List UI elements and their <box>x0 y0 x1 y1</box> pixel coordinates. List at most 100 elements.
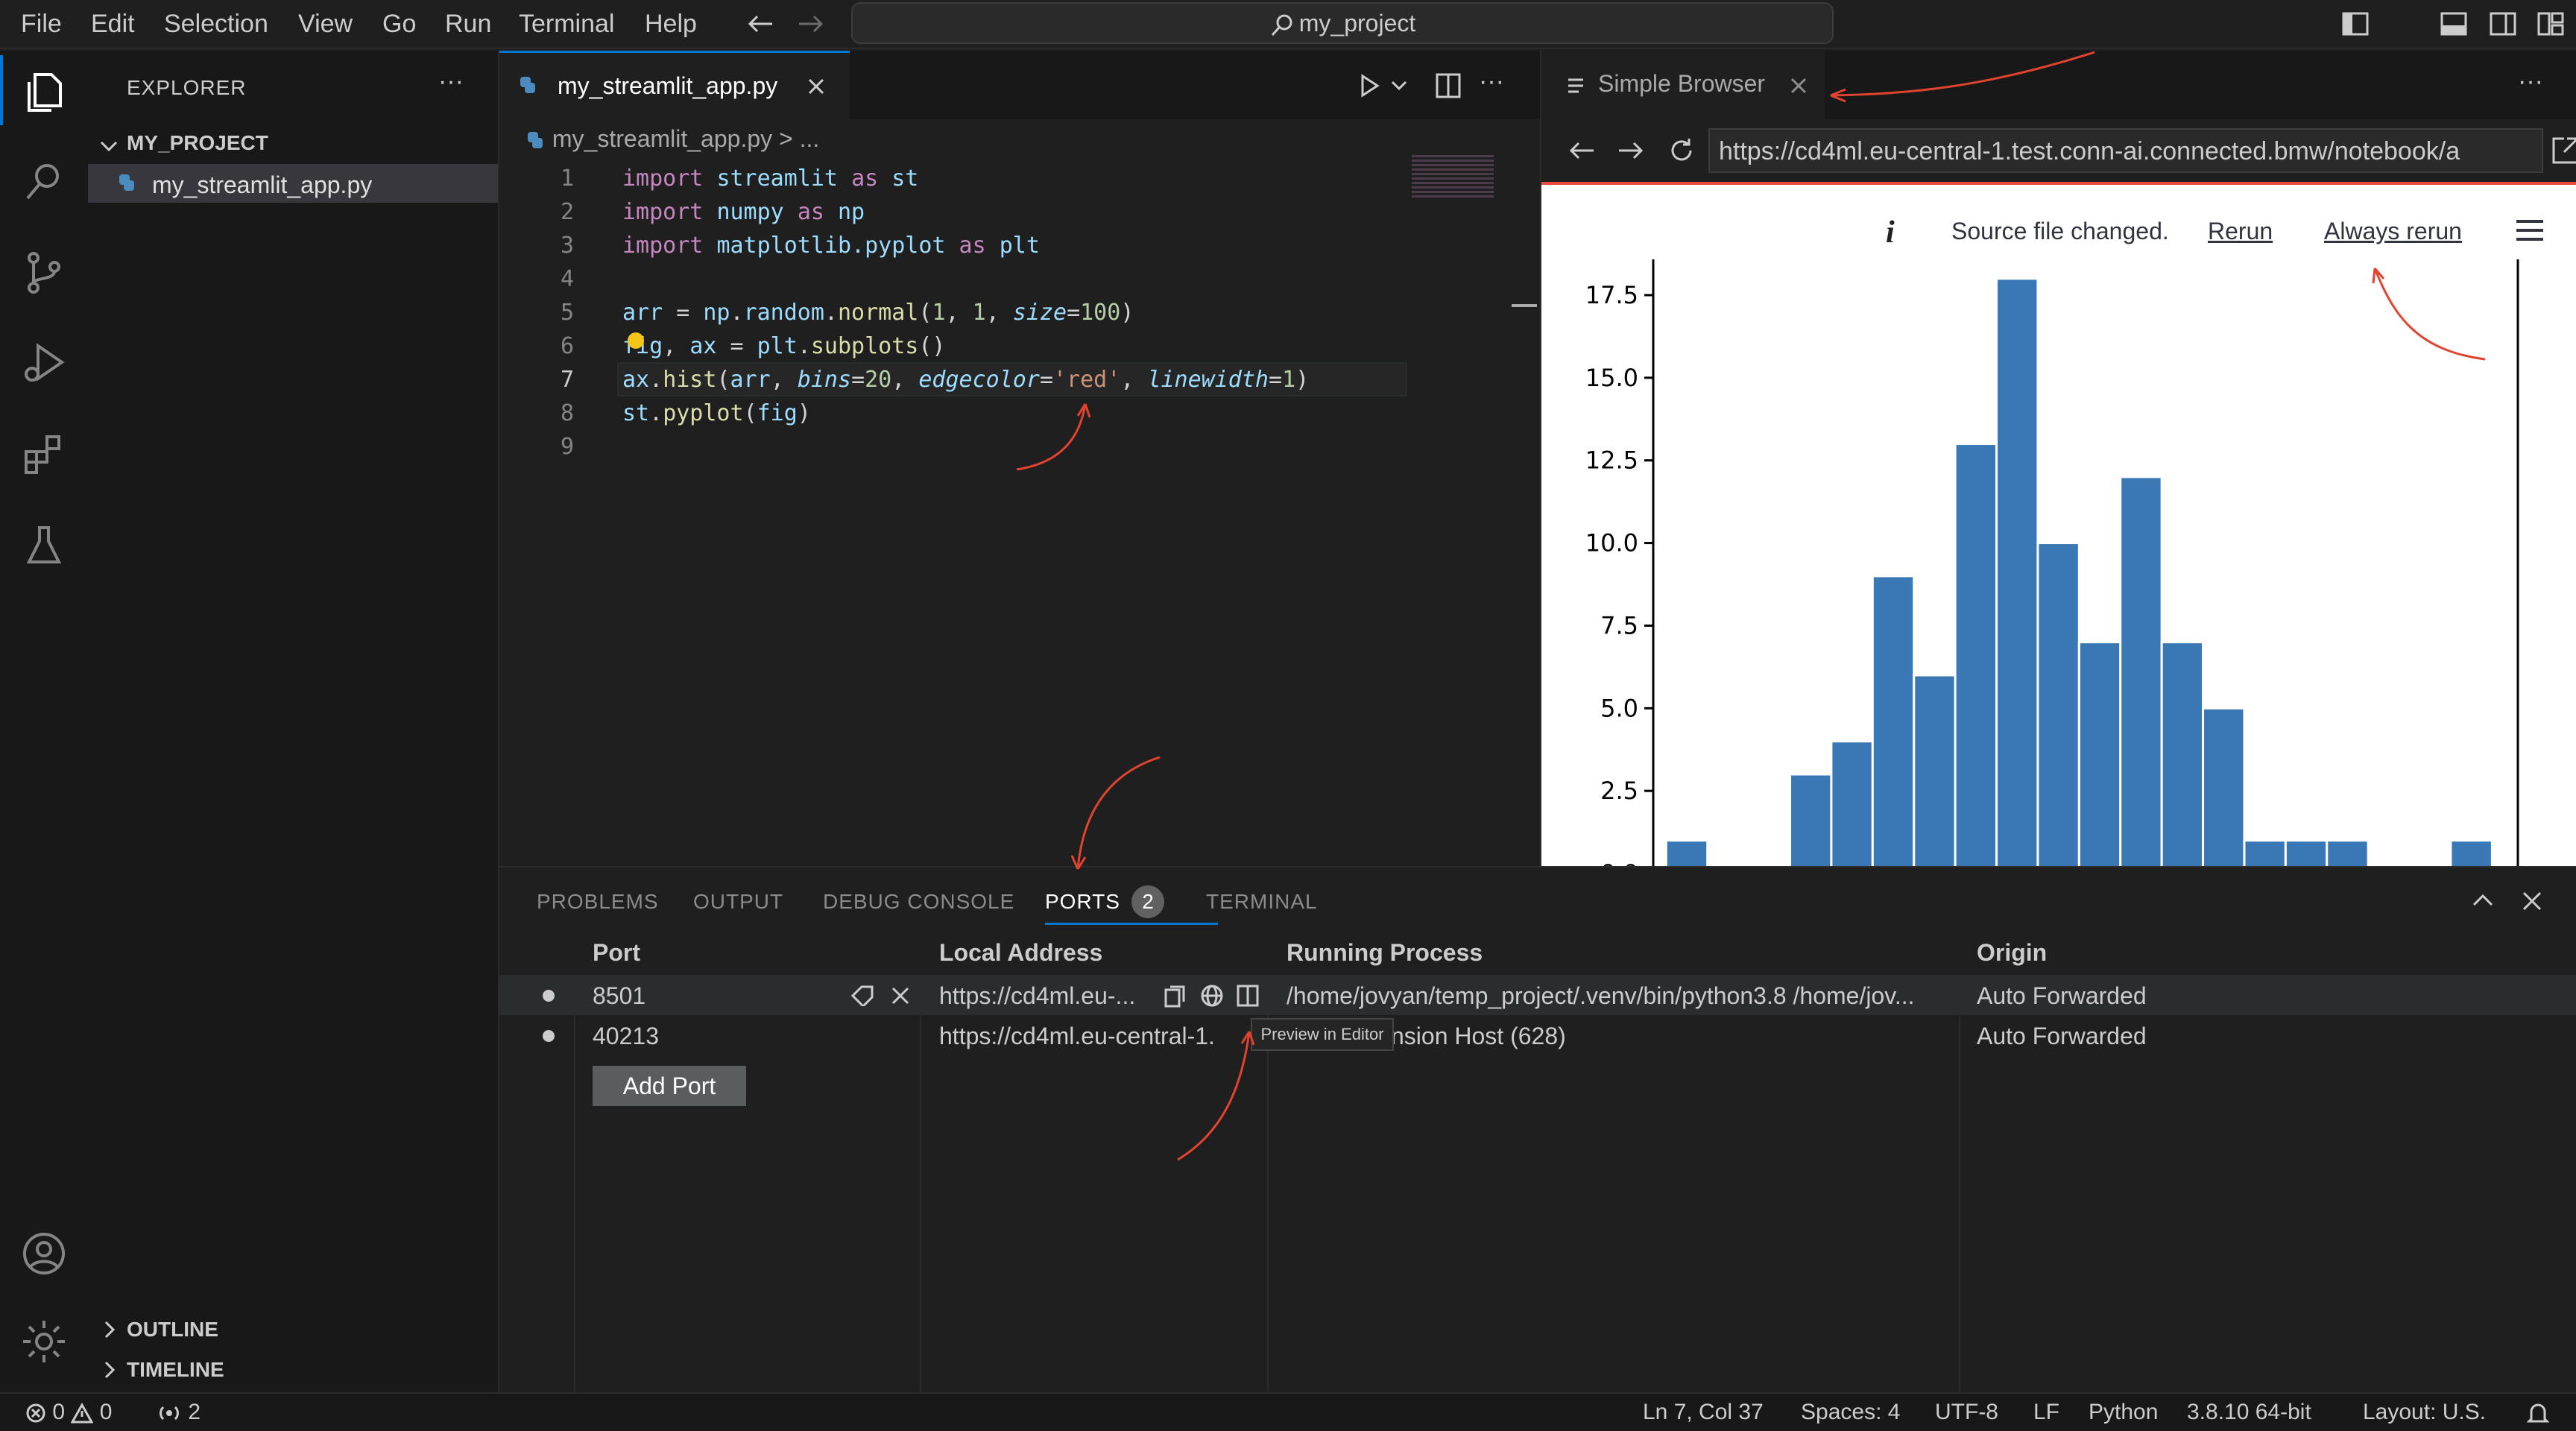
column-port[interactable]: Port <box>593 939 640 967</box>
add-port-button[interactable]: Add Port <box>593 1066 746 1106</box>
outline-section[interactable]: OUTLINE <box>127 1318 218 1342</box>
chevron-right-icon[interactable] <box>98 1319 119 1340</box>
code-line-1: import streamlit as st <box>622 165 919 192</box>
menu-view[interactable]: View <box>298 7 353 40</box>
close-icon[interactable] <box>1789 76 1808 95</box>
maximize-panel-icon[interactable] <box>2472 890 2494 912</box>
run-icon[interactable] <box>1357 73 1382 98</box>
always-rerun-button[interactable]: Always rerun <box>2324 218 2462 245</box>
table-row[interactable]: 8501 https://cd4ml.eu-... /home/jovyan/t… <box>499 975 2576 1015</box>
indentation[interactable]: Spaces: 4 <box>1801 1400 1900 1425</box>
table-row[interactable]: 40213 https://cd4ml.eu-central-1. nsion … <box>499 1015 2576 1055</box>
origin: Auto Forwarded <box>1977 982 2147 1009</box>
toggle-sidebar-icon[interactable] <box>2342 10 2369 37</box>
url-bar[interactable]: https://cd4ml.eu-central-1.test.conn-ai.… <box>1708 128 2543 173</box>
timeline-section[interactable]: TIMELINE <box>127 1358 224 1382</box>
python-interpreter[interactable]: 3.8.10 64-bit <box>2187 1400 2311 1425</box>
files-icon[interactable] <box>20 69 68 116</box>
command-center[interactable]: my_project <box>851 2 1834 44</box>
line-number: 2 <box>560 199 574 225</box>
histogram-bar <box>1913 674 1957 869</box>
histogram-bar <box>2326 839 2370 869</box>
column-local-address[interactable]: Local Address <box>939 939 1102 967</box>
tab-terminal[interactable]: TERMINAL <box>1206 890 1318 914</box>
breadcrumb-file[interactable]: my_streamlit_app.py <box>552 125 772 152</box>
close-icon[interactable] <box>890 985 911 1006</box>
hamburger-menu-icon[interactable] <box>2515 218 2545 243</box>
language-mode[interactable]: Python <box>2089 1400 2158 1425</box>
run-debug-icon[interactable] <box>20 340 68 388</box>
tag-icon[interactable] <box>850 985 875 1006</box>
file-name: my_streamlit_app.py <box>152 171 373 198</box>
histogram-bar <box>2160 641 2205 869</box>
histogram-bar <box>1871 575 1916 869</box>
tab-simple-browser[interactable]: Simple Browser <box>1541 51 1825 119</box>
menu-go[interactable]: Go <box>382 7 416 40</box>
cursor-position[interactable]: Ln 7, Col 37 <box>1643 1400 1764 1425</box>
column-origin[interactable]: Origin <box>1977 939 2047 967</box>
chevron-right-icon[interactable] <box>98 1359 119 1380</box>
menu-edit[interactable]: Edit <box>91 7 135 40</box>
open-external-icon[interactable] <box>2551 136 2576 165</box>
histogram-bar <box>2077 641 2122 869</box>
customize-layout-icon[interactable] <box>2537 10 2564 37</box>
menu-terminal[interactable]: Terminal <box>519 7 614 40</box>
menu-run[interactable]: Run <box>445 7 491 40</box>
code-line-3: import matplotlib.pyplot as plt <box>622 233 1040 259</box>
copy-address-icon[interactable] <box>1163 984 1187 1008</box>
code-line-6: fig, ax = plt.subplots() <box>622 333 946 359</box>
rerun-button[interactable]: Rerun <box>2208 218 2273 245</box>
tab-ports[interactable]: PORTS <box>1045 890 1120 914</box>
testing-icon[interactable] <box>20 522 68 569</box>
menu-file[interactable]: File <box>21 7 62 40</box>
more-actions-icon[interactable]: ··· <box>1479 67 1504 96</box>
lightbulb-icon[interactable] <box>628 332 644 349</box>
tab-problems[interactable]: PROBLEMS <box>537 890 659 914</box>
forward-arrow-icon[interactable] <box>1616 137 1646 164</box>
keyboard-layout[interactable]: Layout: U.S. <box>2363 1400 2486 1425</box>
column-running-process[interactable]: Running Process <box>1287 939 1483 967</box>
project-folder[interactable]: MY_PROJECT <box>127 131 268 155</box>
encoding[interactable]: UTF-8 <box>1935 1400 1998 1425</box>
extensions-icon[interactable] <box>20 431 68 478</box>
reload-icon[interactable] <box>1667 136 1696 165</box>
close-icon[interactable] <box>806 77 826 96</box>
settings-gear-icon[interactable] <box>20 1318 68 1365</box>
running-process: nsion Host (628) <box>1391 1023 1566 1049</box>
local-address[interactable]: https://cd4ml.eu-central-1. <box>939 1023 1215 1050</box>
preview-in-editor-icon[interactable] <box>1236 984 1260 1008</box>
search-icon[interactable] <box>20 158 68 206</box>
toggle-secondary-sidebar-icon[interactable] <box>2490 10 2516 37</box>
back-arrow-icon[interactable] <box>1567 137 1597 164</box>
chevron-down-icon[interactable] <box>1391 80 1407 92</box>
source-control-icon[interactable] <box>20 249 68 297</box>
notifications-bell-icon[interactable] <box>2527 1401 2549 1425</box>
more-actions-icon[interactable]: ··· <box>2518 67 2543 96</box>
minimap[interactable] <box>1412 155 1494 200</box>
more-actions-icon[interactable]: ··· <box>438 67 464 96</box>
account-icon[interactable] <box>20 1230 68 1277</box>
local-address[interactable]: https://cd4ml.eu-... <box>939 982 1135 1010</box>
close-panel-icon[interactable] <box>2521 890 2543 912</box>
breadcrumb-more[interactable]: ... <box>800 125 820 152</box>
globe-icon[interactable] <box>1200 984 1224 1008</box>
end-of-line[interactable]: LF <box>2033 1400 2059 1425</box>
menu-help[interactable]: Help <box>645 7 697 40</box>
breadcrumb[interactable]: my_streamlit_app.py > ... <box>525 125 819 153</box>
histogram-bar <box>1995 277 2039 869</box>
back-arrow-icon[interactable] <box>745 10 775 37</box>
tooltip-preview-in-editor: Preview in Editor <box>1251 1018 1394 1051</box>
menu-selection[interactable]: Selection <box>164 7 268 40</box>
file-item[interactable]: my_streamlit_app.py <box>88 164 498 203</box>
tab-my-streamlit-app[interactable]: my_streamlit_app.py <box>499 51 850 119</box>
chevron-down-icon[interactable] <box>98 136 119 157</box>
tab-debug-console[interactable]: DEBUG CONSOLE <box>823 890 1014 914</box>
forward-arrow-icon[interactable] <box>796 10 826 37</box>
line-number: 1 <box>560 165 574 192</box>
bottom-panel: PROBLEMS OUTPUT DEBUG CONSOLE PORTS 2 TE… <box>499 866 2576 1394</box>
forwarded-ports-indicator[interactable]: 2 <box>157 1400 201 1425</box>
split-editor-icon[interactable] <box>1436 73 1461 98</box>
toggle-panel-icon[interactable] <box>2440 10 2467 37</box>
tab-output[interactable]: OUTPUT <box>693 890 783 914</box>
problems-indicator[interactable]: 0 0 <box>25 1400 112 1425</box>
